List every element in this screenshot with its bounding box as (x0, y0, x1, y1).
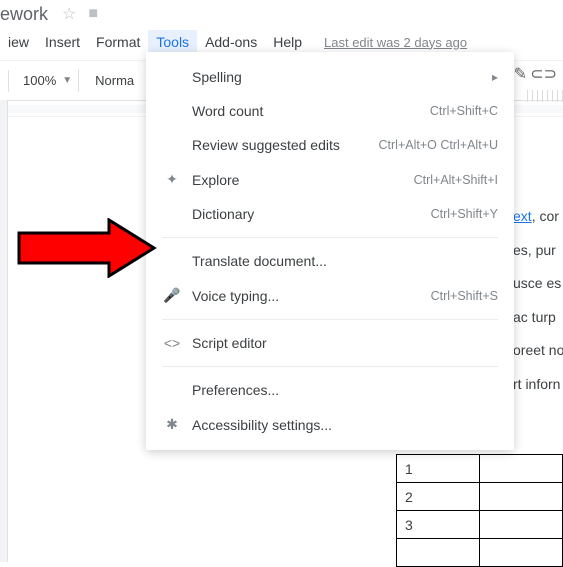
table-row: 1 (397, 455, 563, 483)
menu-item-shortcut: Ctrl+Shift+S (431, 289, 498, 303)
doc-title[interactable]: ework (0, 4, 48, 25)
menu-iew[interactable]: iew (0, 30, 37, 54)
menu-item-label: Translate document... (192, 253, 498, 269)
insert-link-icon[interactable]: ⊂⊃ (530, 64, 557, 84)
submenu-caret-icon: ▸ (492, 70, 498, 84)
menu-item-label: Review suggested edits (192, 137, 371, 153)
menu-item-shortcut: Ctrl+Shift+C (430, 104, 498, 118)
table-cell[interactable]: 2 (397, 483, 480, 511)
caret-down-icon: ▼ (62, 75, 72, 86)
menu-item-label: Word count (192, 103, 422, 119)
menu-tools[interactable]: Tools (148, 30, 197, 54)
divider-icon (8, 70, 9, 92)
menu-item-shortcut: Ctrl+Alt+Shift+I (414, 173, 498, 187)
star-icon[interactable]: ☆ (62, 4, 76, 24)
menu-item-label: Script editor (192, 335, 498, 351)
tools-explore[interactable]: ✦ Explore Ctrl+Alt+Shift+I (146, 162, 514, 197)
body-link[interactable]: ext (513, 208, 532, 224)
page-margin-left (0, 100, 8, 562)
document-table: 123 (396, 454, 563, 567)
paint-format-icon[interactable]: ✎ (514, 64, 527, 84)
menu-item-shortcut: Ctrl+Alt+O Ctrl+Alt+U (379, 138, 498, 152)
menu-add-ons[interactable]: Add-ons (197, 30, 265, 54)
table-cell[interactable] (480, 539, 563, 567)
table-cell[interactable]: 3 (397, 511, 480, 539)
tools-script-editor[interactable]: <> Script editor (146, 326, 514, 360)
menu-help[interactable]: Help (265, 30, 310, 54)
annotation-arrow-icon (14, 218, 159, 278)
menu-item-label: Explore (192, 172, 406, 188)
accessibility-settings-icon: ✱ (162, 416, 182, 433)
menu-item-label: Accessibility settings... (192, 417, 498, 433)
zoom-selector[interactable]: 100% ▼ (17, 69, 79, 92)
script-editor-icon: <> (162, 335, 182, 351)
tools-word-count[interactable]: Word count Ctrl+Shift+C (146, 94, 514, 128)
menu-separator (162, 319, 498, 320)
table-cell[interactable] (397, 539, 480, 567)
table-cell[interactable] (480, 483, 563, 511)
menu-insert[interactable]: Insert (37, 30, 88, 54)
tools-accessibility-settings[interactable]: ✱ Accessibility settings... (146, 407, 514, 442)
tools-preferences[interactable]: Preferences... (146, 373, 514, 407)
tools-translate-document[interactable]: Translate document... (146, 244, 514, 278)
voice-typing-icon: 🎤 (162, 287, 182, 304)
paragraph-style-selector[interactable]: Norma (87, 69, 142, 92)
menu-item-shortcut: Ctrl+Shift+Y (431, 207, 498, 221)
style-value: Norma (95, 73, 134, 88)
last-edit-link[interactable]: Last edit was 2 days ago (324, 35, 467, 50)
menu-item-label: Preferences... (192, 382, 498, 398)
table-cell[interactable]: 1 (397, 455, 480, 483)
tools-review-suggested-edits[interactable]: Review suggested edits Ctrl+Alt+O Ctrl+Al… (146, 128, 514, 162)
tools-dictionary[interactable]: Dictionary Ctrl+Shift+Y (146, 197, 514, 231)
tools-spelling[interactable]: Spelling▸ (146, 60, 514, 94)
menu-item-label: Spelling (192, 69, 492, 85)
folder-icon[interactable]: ■ (88, 5, 98, 23)
ruler-ticks (527, 90, 563, 102)
menu-item-label: Dictionary (192, 206, 423, 222)
explore-icon: ✦ (162, 171, 182, 188)
table-cell[interactable] (480, 511, 563, 539)
menu-item-label: Voice typing... (192, 288, 423, 304)
document-body-snippet: ext, cor es, pur usce es ac turp oreet n… (513, 200, 563, 402)
table-row (397, 539, 563, 567)
menu-separator (162, 366, 498, 367)
table-row: 2 (397, 483, 563, 511)
menu-format[interactable]: Format (88, 30, 148, 54)
tools-voice-typing[interactable]: 🎤 Voice typing... Ctrl+Shift+S (146, 278, 514, 313)
table-row: 3 (397, 511, 563, 539)
tools-menu-dropdown: Spelling▸ Word count Ctrl+Shift+C Review su… (146, 52, 514, 450)
title-bar: ework ☆ ■ (0, 0, 563, 24)
menu-bar-items: iewInsertFormatToolsAdd-onsHelp (0, 30, 310, 54)
table-cell[interactable] (480, 455, 563, 483)
zoom-value: 100% (23, 73, 56, 88)
menu-separator (162, 237, 498, 238)
